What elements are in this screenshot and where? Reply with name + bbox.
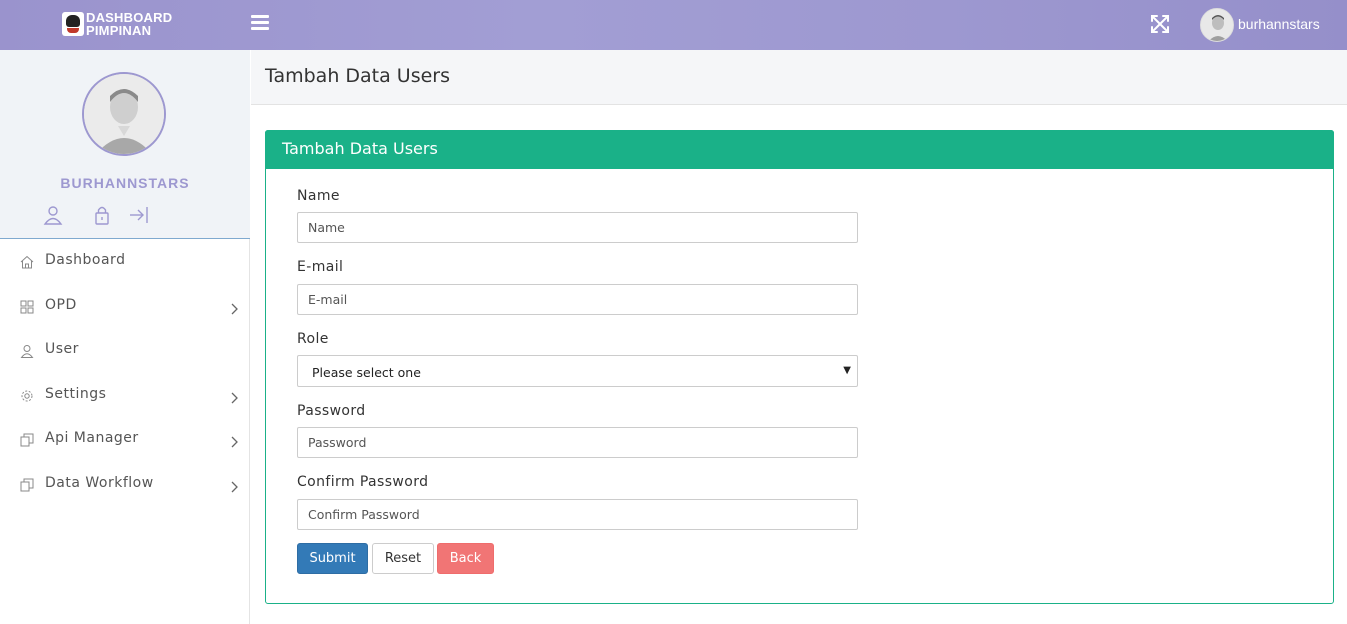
sidebar-item-api-manager[interactable]: Api Manager — [0, 417, 250, 462]
role-select[interactable]: Please select one ▼ — [297, 355, 858, 387]
chevron-right-icon — [229, 478, 239, 492]
password-label: Password — [297, 403, 366, 419]
chevron-right-icon — [229, 389, 239, 403]
top-username[interactable]: burhannstars — [1238, 16, 1320, 32]
sidebar-item-label: Settings — [45, 385, 107, 402]
logout-icon[interactable] — [128, 204, 150, 226]
sidebar-profile: BURHANNSTARS — [0, 50, 250, 239]
sidebar: BURHANNSTARS Dashboard OPD User Settings… — [0, 50, 250, 624]
user-icon — [20, 343, 34, 358]
confirm-password-label: Confirm Password — [297, 474, 429, 490]
sidebar-item-label: OPD — [45, 296, 77, 313]
back-button[interactable]: Back — [437, 543, 494, 574]
sidebar-item-user[interactable]: User — [0, 328, 250, 373]
profile-user-icon[interactable] — [42, 204, 64, 226]
sidebar-item-data-workflow[interactable]: Data Workflow — [0, 462, 250, 507]
chevron-right-icon — [229, 433, 239, 448]
gear-icon — [20, 388, 34, 402]
menu-toggle-icon[interactable] — [251, 15, 269, 31]
sidebar-item-opd[interactable]: OPD — [0, 284, 250, 329]
confirm-password-input[interactable] — [297, 499, 858, 530]
content-header: Tambah Data Users — [251, 50, 1347, 105]
user-avatar[interactable] — [1200, 8, 1234, 42]
sidebar-item-label: Api Manager — [45, 430, 139, 446]
brand-logo[interactable]: DASHBOARD PIMPINAN — [62, 11, 192, 39]
panel-heading: Tambah Data Users — [265, 130, 1334, 169]
reset-button[interactable]: Reset — [372, 543, 434, 574]
sidebar-item-dashboard[interactable]: Dashboard — [0, 239, 250, 284]
sidebar-menu: Dashboard OPD User Settings Api Manager … — [0, 239, 250, 506]
form-panel: Tambah Data Users Name E-mail Role Pleas… — [265, 130, 1334, 604]
submit-button[interactable]: Submit — [297, 543, 368, 574]
dropdown-arrow-icon: ▼ — [843, 365, 851, 376]
profile-avatar — [82, 72, 166, 156]
sidebar-item-label: Data Workflow — [45, 474, 154, 491]
brand-line-2: PIMPINAN — [86, 23, 152, 38]
fullscreen-icon[interactable] — [1150, 14, 1170, 34]
page-title: Tambah Data Users — [265, 65, 451, 87]
sidebar-item-label: Dashboard — [45, 252, 126, 268]
name-input[interactable] — [297, 212, 858, 243]
email-input[interactable] — [297, 284, 858, 315]
brand-icon — [62, 12, 84, 36]
lock-icon[interactable] — [91, 204, 113, 226]
role-label: Role — [297, 331, 329, 347]
role-selected-value: Please select one — [312, 365, 421, 380]
grid-icon — [20, 299, 34, 313]
panel-title: Tambah Data Users — [282, 139, 438, 158]
documents-icon — [20, 432, 34, 447]
chevron-right-icon — [229, 300, 239, 314]
email-label: E-mail — [297, 259, 344, 275]
home-icon — [20, 254, 34, 269]
brand-text: DASHBOARD PIMPINAN — [86, 11, 172, 37]
top-navbar: DASHBOARD PIMPINAN burhannstars — [0, 0, 1347, 50]
sidebar-item-label: User — [45, 341, 79, 357]
name-label: Name — [297, 188, 340, 204]
sidebar-item-settings[interactable]: Settings — [0, 373, 250, 418]
profile-name: BURHANNSTARS — [60, 175, 190, 191]
form-actions: Submit Reset Back — [297, 543, 597, 575]
profile-actions — [0, 204, 250, 226]
password-input[interactable] — [297, 427, 858, 458]
documents-icon — [20, 477, 34, 491]
